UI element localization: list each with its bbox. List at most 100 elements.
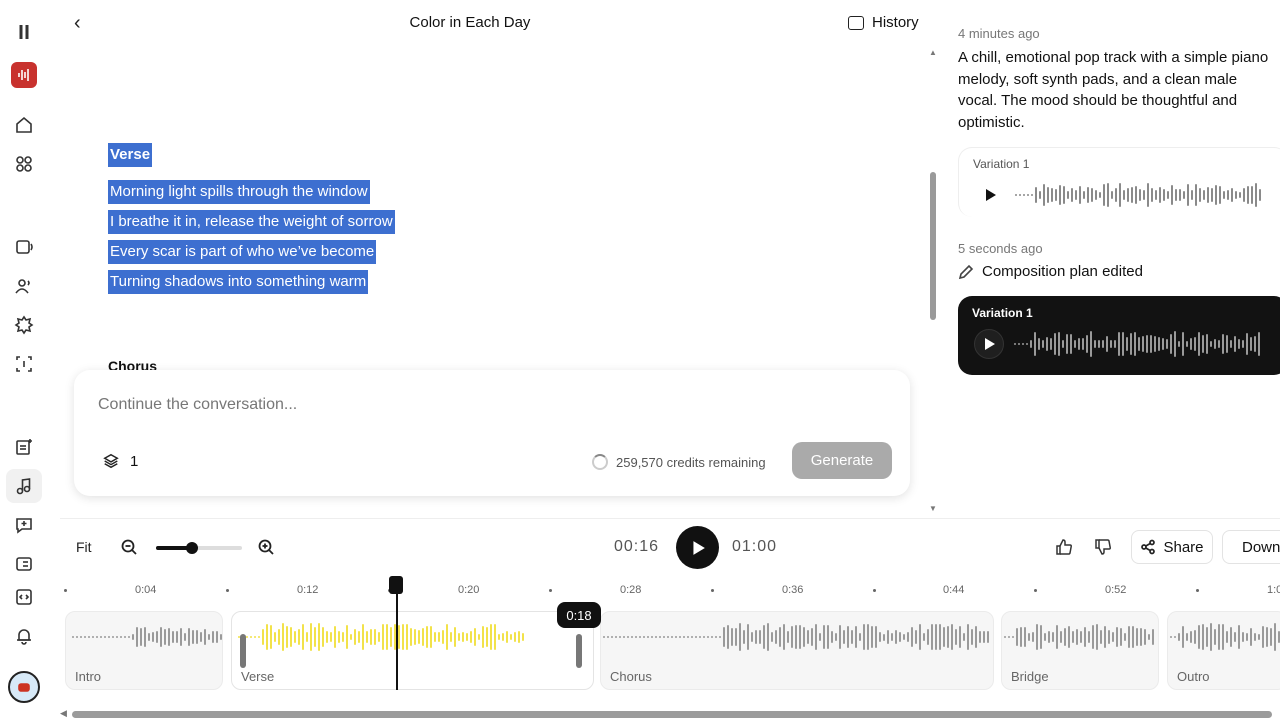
music-icon[interactable] xyxy=(12,474,36,498)
waveform-bar xyxy=(655,636,657,638)
studio-icon[interactable] xyxy=(12,435,36,459)
waveform-bar xyxy=(338,630,340,644)
play-variation-button[interactable] xyxy=(975,180,1005,210)
api-icon[interactable] xyxy=(12,585,36,609)
waveform-bar xyxy=(775,629,777,645)
play-variation-button[interactable] xyxy=(974,329,1004,359)
timeline-section-chorus[interactable]: Chorus xyxy=(600,611,994,690)
user-avatar[interactable] xyxy=(8,671,40,703)
waveform-bar xyxy=(434,632,436,642)
voice-isolator-icon[interactable] xyxy=(12,352,36,376)
thumbs-up-icon[interactable] xyxy=(1054,537,1076,559)
zoom-slider-knob[interactable] xyxy=(186,542,199,554)
waveform-bar xyxy=(1214,338,1216,350)
waveform-bar xyxy=(330,632,332,642)
zoom-in-icon[interactable] xyxy=(257,538,275,556)
waveform-bar xyxy=(1103,183,1105,207)
lyric-line[interactable]: Morning light spills through the window xyxy=(108,180,370,204)
waveform-bar xyxy=(1170,636,1172,638)
fit-button[interactable]: Fit xyxy=(76,539,92,555)
waveform-bar xyxy=(1052,632,1054,642)
waveform-bar xyxy=(1243,188,1245,202)
scroll-up-icon[interactable]: ▲ xyxy=(929,48,937,57)
waveform-bar xyxy=(478,633,480,640)
waveform-bar xyxy=(935,623,937,651)
conversation-input[interactable]: Continue the conversation... xyxy=(98,396,297,414)
variation-label: Variation 1 xyxy=(973,157,1030,171)
waveform-bar xyxy=(615,636,617,638)
waveform-bar xyxy=(795,624,797,649)
ruler-dot xyxy=(1196,589,1199,592)
waveform-bar xyxy=(140,628,142,646)
editor-scrollbar[interactable]: ▲ ▼ xyxy=(928,48,940,516)
waveform-bar xyxy=(462,632,464,642)
waveform-bar xyxy=(1266,626,1268,648)
dubbing-icon[interactable] xyxy=(12,513,36,537)
home-icon[interactable] xyxy=(12,113,36,137)
scroll-left-icon[interactable]: ◀ xyxy=(60,708,67,719)
waveform-bar xyxy=(76,636,78,638)
waveform-bar xyxy=(204,629,206,645)
waveform-bar xyxy=(1174,636,1176,638)
waveform-bar xyxy=(1230,339,1232,349)
lyric-line[interactable]: Turning shadows into something warm xyxy=(108,270,369,294)
waveform-bar xyxy=(659,636,661,638)
trim-handle-left[interactable] xyxy=(240,634,246,668)
waveform-bar xyxy=(1054,333,1056,355)
section-heading-verse[interactable]: Verse xyxy=(108,143,153,167)
playhead-handle[interactable] xyxy=(389,576,403,594)
voices-icon[interactable] xyxy=(12,274,36,298)
history-button[interactable]: History xyxy=(848,14,919,31)
editor-scroll-thumb[interactable] xyxy=(930,172,936,320)
waveform-bar xyxy=(779,627,781,647)
waveform-bar xyxy=(1151,187,1153,202)
zoom-out-icon[interactable] xyxy=(120,538,138,556)
history-label: History xyxy=(872,14,919,31)
play-button[interactable] xyxy=(676,526,719,569)
download-button[interactable]: Download xyxy=(1222,530,1280,564)
share-button[interactable]: Share xyxy=(1131,530,1213,564)
generate-button[interactable]: Generate xyxy=(792,442,892,479)
waveform-bar xyxy=(643,636,645,638)
waveform-bar xyxy=(1094,340,1096,348)
timeline-section-intro[interactable]: Intro xyxy=(65,611,223,690)
variations-count-button[interactable]: 1 xyxy=(102,452,138,470)
waveform-bar xyxy=(200,631,202,643)
app-logo-icon[interactable] xyxy=(11,62,37,88)
timeline-scrollbar[interactable]: ◀ xyxy=(60,708,1280,720)
variation-card-active[interactable]: Variation 1 xyxy=(958,296,1280,375)
variation-card[interactable]: Variation 1 xyxy=(958,147,1280,217)
waveform-bar xyxy=(1018,343,1020,345)
apps-grid-icon[interactable] xyxy=(12,152,36,176)
waveform-bar xyxy=(699,636,701,638)
back-chevron-icon[interactable]: ‹ xyxy=(74,12,94,34)
thumbs-down-icon[interactable] xyxy=(1093,537,1115,559)
lyric-line[interactable]: I breathe it in, release the weight of s… xyxy=(108,210,395,234)
notifications-bell-icon[interactable] xyxy=(12,624,36,648)
waveform-bar xyxy=(1079,185,1081,205)
lyric-line[interactable]: Every scar is part of who we’ve become xyxy=(108,240,377,264)
timeline-section-outro[interactable]: Outro xyxy=(1167,611,1280,690)
waveform-bar xyxy=(639,636,641,638)
timeline-section-verse[interactable]: Verse xyxy=(231,611,594,690)
scroll-down-icon[interactable]: ▼ xyxy=(929,504,937,513)
waveform-bar xyxy=(254,636,256,638)
waveform-bar xyxy=(1183,191,1185,199)
timeline-ruler[interactable]: 0:04 0:12 0:20 0:28 0:36 0:44 0:52 1:0 xyxy=(60,578,1280,602)
text-to-speech-icon[interactable] xyxy=(12,235,36,259)
zoom-slider[interactable] xyxy=(156,542,242,554)
speech-to-text-icon[interactable] xyxy=(12,552,36,576)
timeline-scroll-thumb[interactable] xyxy=(72,711,1272,718)
timeline-section-bridge[interactable]: Bridge xyxy=(1001,611,1159,690)
trim-handle-right[interactable] xyxy=(576,634,582,668)
sound-effects-icon[interactable] xyxy=(12,313,36,337)
waveform-bar xyxy=(326,630,328,644)
waveform-bar xyxy=(1014,343,1016,345)
waveform-bar xyxy=(1066,333,1068,355)
waveform-bar xyxy=(1166,338,1168,350)
playhead-line[interactable] xyxy=(396,580,398,690)
waveform-bar xyxy=(1110,340,1112,348)
waveform-bar xyxy=(124,636,126,638)
pause-icon[interactable] xyxy=(12,20,36,44)
waveform-bar xyxy=(422,628,424,646)
